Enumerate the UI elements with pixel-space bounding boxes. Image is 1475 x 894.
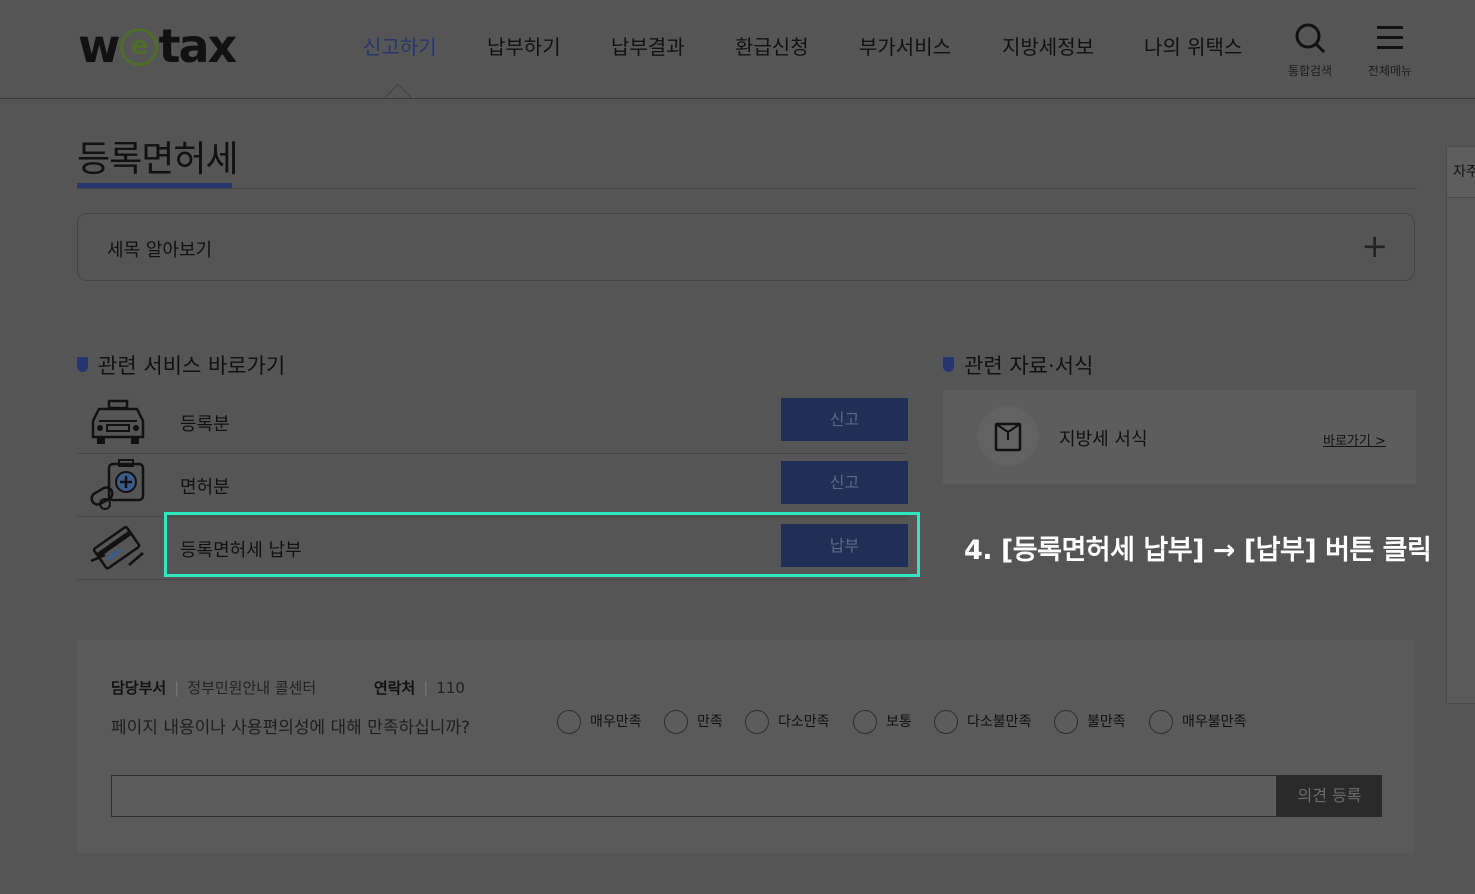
option-neutral[interactable]: 보통 xyxy=(853,710,912,734)
plus-icon[interactable]: + xyxy=(1361,228,1388,264)
accordion-title: 세목 알아보기 xyxy=(107,240,213,261)
radio[interactable] xyxy=(1054,710,1078,734)
resources-heading: 관련 자료·서식 xyxy=(943,350,1093,380)
all-menu-button[interactable]: 전체메뉴 xyxy=(1355,22,1425,79)
option-satisfied[interactable]: 만족 xyxy=(664,710,723,734)
opinion-input[interactable] xyxy=(111,775,1277,817)
search-label: 통합검색 xyxy=(1287,64,1333,78)
contact-label: 연락처 xyxy=(373,679,416,697)
option-somewhat-dissatisfied[interactable]: 다소불만족 xyxy=(934,710,1031,734)
highlight-box xyxy=(164,512,920,577)
wetax-logo[interactable]: w e tax xyxy=(78,20,237,72)
car-icon xyxy=(89,395,147,449)
search-button[interactable]: 통합검색 xyxy=(1275,22,1345,79)
contact-value: 110 xyxy=(436,679,465,697)
nav-extra-services[interactable]: 부가서비스 xyxy=(859,30,951,64)
service-row-license: 면허분 신고 xyxy=(77,454,908,517)
title-divider xyxy=(77,188,1417,189)
all-menu-label: 전체메뉴 xyxy=(1367,64,1413,78)
card-payment-icon xyxy=(89,521,147,575)
dept-value: 정부민원안내 콜센터 xyxy=(187,679,317,697)
report-button[interactable]: 신고 xyxy=(781,461,908,504)
services-heading: 관련 서비스 바로가기 xyxy=(77,350,285,380)
search-icon xyxy=(1295,23,1326,54)
active-nav-caret xyxy=(384,84,412,98)
survey-meta: 담당부서 | 정부민원안내 콜센터 연락처 | 110 xyxy=(111,679,465,697)
radio[interactable] xyxy=(664,710,688,734)
radio[interactable] xyxy=(1149,710,1173,734)
nav-report[interactable]: 신고하기 xyxy=(363,30,437,64)
radio[interactable] xyxy=(557,710,581,734)
side-quick-panel: 자주 xyxy=(1446,146,1475,704)
radio[interactable] xyxy=(934,710,958,734)
service-name: 면허분 xyxy=(180,477,230,498)
logo-e-mark: e xyxy=(119,27,158,66)
tax-info-accordion[interactable]: 세목 알아보기 + xyxy=(77,213,1415,281)
option-very-dissatisfied[interactable]: 매우불만족 xyxy=(1149,710,1246,734)
shortcut-link[interactable]: 바로가기 > xyxy=(1323,430,1386,449)
radio[interactable] xyxy=(853,710,877,734)
nav-my-wetax[interactable]: 나의 위택스 xyxy=(1144,30,1242,64)
option-dissatisfied[interactable]: 불만족 xyxy=(1054,710,1126,734)
report-button[interactable]: 신고 xyxy=(781,398,908,441)
side-panel-tab[interactable]: 자주 xyxy=(1447,147,1475,198)
page-title: 등록면허세 xyxy=(77,139,239,180)
hamburger-icon xyxy=(1377,26,1403,49)
resource-card: 지방세 서식 바로가기 > xyxy=(943,390,1416,484)
nav-pay[interactable]: 납부하기 xyxy=(487,30,561,64)
nav-refund[interactable]: 환급신청 xyxy=(735,30,809,64)
survey-question: 페이지 내용이나 사용편의성에 대해 만족하십니까? xyxy=(111,718,471,738)
nav-local-tax-info[interactable]: 지방세정보 xyxy=(1002,30,1094,64)
satisfaction-survey: 담당부서 | 정부민원안내 콜센터 연락처 | 110 페이지 내용이나 사용편의성에 … xyxy=(77,640,1415,853)
site-header: w e tax 신고하기 납부하기 납부결과 환급신청 부가서비스 지방세정보 나의… xyxy=(0,0,1475,99)
option-somewhat-satisfied[interactable]: 다소만족 xyxy=(745,710,830,734)
dept-label: 담당부서 xyxy=(111,679,167,697)
instruction-callout: 4. [등록면허세 납부] → [납부] 버튼 클릭 xyxy=(964,535,1432,566)
nav-pay-result[interactable]: 납부결과 xyxy=(611,30,685,64)
document-icon xyxy=(978,406,1038,466)
medical-kit-icon xyxy=(89,458,147,512)
radio[interactable] xyxy=(745,710,769,734)
submit-opinion-button[interactable]: 의견 등록 xyxy=(1277,775,1382,817)
bullet-icon xyxy=(943,356,954,372)
option-very-satisfied[interactable]: 매우만족 xyxy=(557,710,642,734)
bullet-icon xyxy=(77,356,88,372)
service-row-registration: 등록분 신고 xyxy=(77,391,908,454)
resource-name: 지방세 서식 xyxy=(1059,429,1148,450)
service-name: 등록분 xyxy=(180,414,230,435)
